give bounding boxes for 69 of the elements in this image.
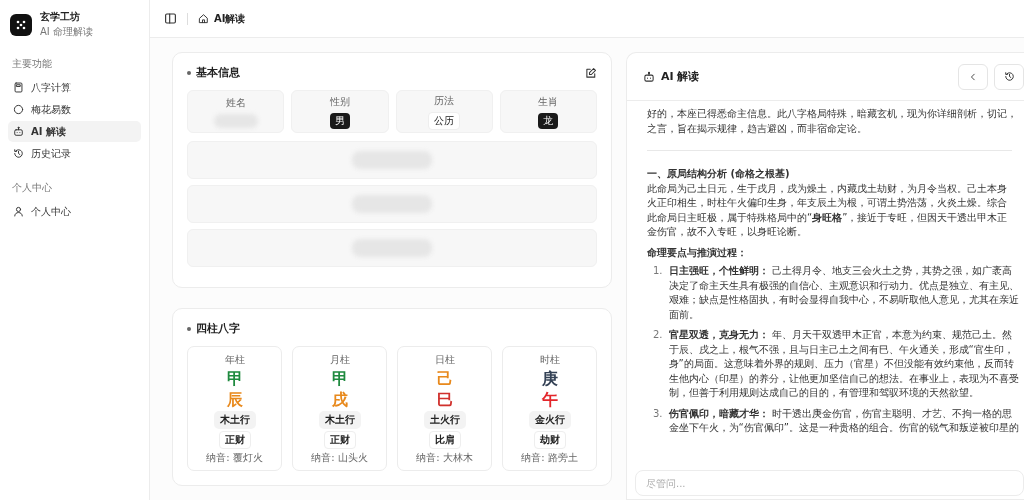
robot-icon bbox=[643, 70, 655, 83]
field-label: 性别 bbox=[329, 94, 350, 109]
heavenly-stem: 庚 bbox=[541, 369, 558, 388]
point-paragraph: 日主强旺，个性鲜明： 己土得月令、地支三会火土之势，其势之强，如广袤高 决定了命主天生具有极强的自信心、主观意识和行动力。优点是独立、有主见、 艰难；缺点是性格固执，有时会显得自我中心，不易听取他人意见，尤其在亲近 面前。 bbox=[668, 264, 1019, 322]
sidebar-item[interactable]: 梅花易数 bbox=[8, 99, 141, 120]
sidebar-item[interactable]: 八字计算 bbox=[8, 77, 141, 98]
sidebar-item[interactable]: AI 解读 bbox=[8, 121, 141, 142]
ten-god-tag: 劫财 bbox=[533, 431, 566, 449]
section-heading: 一、原局结构分析 (命格之根基) bbox=[647, 167, 791, 181]
card-title: 基本信息 bbox=[196, 65, 240, 80]
app-subtitle: AI 命理解读 bbox=[40, 25, 93, 39]
user-icon bbox=[13, 206, 24, 217]
heavenly-stem: 甲 bbox=[331, 369, 348, 388]
sidebar-item[interactable]: 历史记录 bbox=[8, 143, 141, 164]
list-number: 2. bbox=[653, 328, 663, 342]
section-label: 个人中心 bbox=[11, 181, 53, 195]
element-tag: 木土行 bbox=[213, 411, 256, 429]
nayin-text: 纳音: 大林木 bbox=[416, 451, 473, 465]
ten-god-tag: 正财 bbox=[218, 431, 251, 449]
history-icon bbox=[1003, 71, 1015, 82]
heavenly-stem: 己 bbox=[436, 369, 453, 388]
pillar-label: 月柱 bbox=[329, 353, 350, 367]
element-tag: 土火行 bbox=[423, 411, 466, 429]
ten-god-tag: 正财 bbox=[323, 431, 356, 449]
list-number: 3. bbox=[653, 406, 663, 421]
field-value: 男 bbox=[329, 112, 350, 129]
earthly-branch: 巳 bbox=[436, 390, 453, 409]
field-label: 生肖 bbox=[538, 94, 559, 109]
history-icon bbox=[13, 148, 24, 159]
field-label: 姓名 bbox=[225, 95, 246, 110]
pillar-label: 时柱 bbox=[539, 353, 560, 367]
robot-icon bbox=[13, 126, 24, 137]
app-title: 玄学工坊 bbox=[40, 10, 81, 24]
sidebar-item[interactable]: 个人中心 bbox=[8, 201, 141, 222]
earthly-branch: 戌 bbox=[331, 390, 348, 409]
section-subheading: 命理要点与推演过程： bbox=[647, 245, 748, 260]
bullet-dot bbox=[187, 70, 191, 75]
earthly-branch: 辰 bbox=[226, 390, 243, 409]
section-label: 主要功能 bbox=[11, 57, 53, 71]
pillar-label: 年柱 bbox=[224, 353, 245, 367]
pillar-label: 日柱 bbox=[434, 353, 455, 367]
history-button[interactable] bbox=[994, 63, 1024, 90]
edit-icon[interactable] bbox=[585, 66, 597, 79]
ten-god-tag: 比肩 bbox=[428, 431, 461, 449]
element-tag: 木土行 bbox=[318, 411, 361, 429]
field-value: 公历 bbox=[428, 111, 461, 130]
question-field[interactable]: 尽管问... bbox=[635, 470, 1024, 496]
nayin-text: 纳音: 路旁土 bbox=[521, 451, 578, 465]
breadcrumb[interactable]: AI解读 bbox=[214, 11, 246, 26]
intro-paragraph: 好的，本座已得悉命主信息。此八字格局特殊，暗藏玄机，现为你详细剖析，切记， 之言，旨在揭示规律，趋吉避凶，而非宿命定论。 bbox=[647, 107, 1012, 136]
bullet-dot bbox=[187, 326, 191, 331]
point-paragraph: 伤官佩印，暗藏才华： 时干透出庚金伤官，伤官主聪明、才艺、不拘一格的思 金坐下午火，为“伤官佩印”。这是一种贵格的组合。伤官的锐气和叛逆被印星的 bbox=[668, 406, 1019, 435]
element-tag: 金火行 bbox=[528, 411, 571, 429]
list-number: 1. bbox=[653, 264, 663, 278]
app-logo bbox=[10, 13, 32, 36]
point-paragraph: 官星双透，克身无力： 年、月天干双透甲木正官，本意为约束、规范己土。然 于辰、戌之上，根气不强，且与日主己土之间有巳、午火通关，形成“官生印， 身”的局面。这意味着外界的规则、压力（官星）不但没能有效约束他，反而转 生他内心（印星）的养分，让他更加坚信自己的想法。在事业上，表现为不喜受 制，但善于利用规则达成自己的目的，有管理和驾驭环境的天然欲望。 bbox=[668, 328, 1019, 400]
chevron-left-icon bbox=[968, 71, 978, 82]
nayin-text: 纳音: 覆灯火 bbox=[206, 451, 263, 465]
circle-icon bbox=[13, 104, 24, 115]
home-icon bbox=[198, 13, 209, 24]
nayin-text: 纳音: 山头火 bbox=[311, 451, 368, 465]
earthly-branch: 午 bbox=[541, 390, 558, 409]
field-value: 龙 bbox=[538, 112, 559, 129]
sidebar-toggle-icon[interactable] bbox=[164, 12, 177, 25]
analysis-paragraph: 此命局为己土日元，生于戌月，戌为燥土，内藏戊土劫财，为月令当权。己土本身 火正印相生，时柱午火偏印生身，年支辰土为根，可谓土势浩荡，火炎土燥。综合 此命局日主旺极，属于特殊格局中的“身旺格”，接近于专旺，但因天干透出甲木正 金伤官，故不入专旺，以身旺论断。 bbox=[647, 181, 1009, 239]
panel-title: AI 解读 bbox=[661, 69, 700, 84]
heavenly-stem: 甲 bbox=[226, 369, 243, 388]
field-label: 历法 bbox=[434, 93, 455, 108]
card-title: 四柱八字 bbox=[196, 321, 240, 336]
